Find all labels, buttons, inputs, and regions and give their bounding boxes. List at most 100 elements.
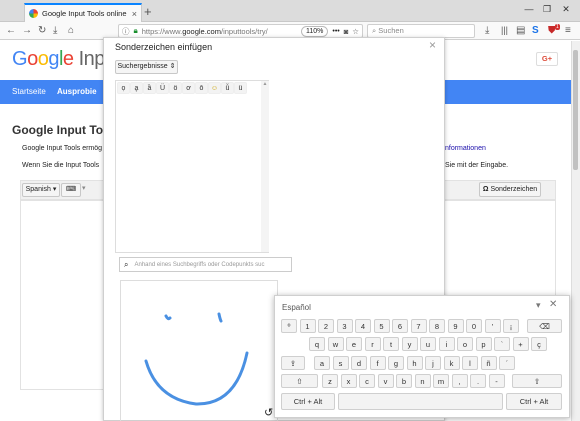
key-1-7[interactable]: i <box>438 337 455 351</box>
key-0-9[interactable]: 9 <box>447 319 464 333</box>
maximize-icon[interactable]: ❐ <box>540 2 554 16</box>
language-select[interactable]: Spanish ▾ <box>22 183 60 197</box>
key-0-4[interactable]: 4 <box>355 319 371 333</box>
char-cell[interactable]: ȁ <box>143 82 156 94</box>
keyboard-toggle-icon[interactable]: ⌨ <box>61 183 81 197</box>
results-dropdown[interactable]: Suchergebnisse ⇕ <box>115 60 178 74</box>
downloads-icon[interactable]: ⤓ <box>485 24 489 37</box>
download-icon[interactable]: ⤓ <box>53 24 57 37</box>
key-3-4[interactable]: b <box>396 374 412 388</box>
key-3-6[interactable]: m <box>433 374 449 388</box>
key-1-10[interactable]: ` <box>494 337 510 351</box>
key-0-7[interactable]: 7 <box>410 319 427 333</box>
key-2-2[interactable]: d <box>351 356 367 370</box>
window-close-icon[interactable]: ✕ <box>559 2 573 16</box>
key-1-0[interactable]: q <box>309 337 325 351</box>
key-2-9[interactable]: ñ <box>480 356 497 370</box>
shift-right-key[interactable]: ⇧ <box>512 374 562 388</box>
backspace-key[interactable]: ⌫ <box>527 319 562 333</box>
home-icon[interactable]: ⌂ <box>68 24 74 37</box>
search-field[interactable]: ⌕ Suchen <box>367 24 475 38</box>
shift-left-key[interactable]: ⇧ <box>281 374 318 388</box>
key-1-12[interactable]: ç <box>531 337 547 351</box>
key-3-2[interactable]: c <box>359 374 375 388</box>
nav-link-home[interactable]: Startseite <box>12 87 46 96</box>
key-0-12[interactable]: ¡ <box>503 319 519 333</box>
key-0-5[interactable]: 5 <box>373 319 390 333</box>
char-cell[interactable]: ḁ <box>130 82 143 94</box>
key-3-9[interactable]: - <box>488 374 505 388</box>
drawing-canvas[interactable] <box>120 280 278 421</box>
key-3-1[interactable]: x <box>340 374 357 388</box>
reload-icon[interactable]: ↻ <box>38 24 46 37</box>
key-2-5[interactable]: h <box>406 356 423 370</box>
special-chars-button[interactable]: Ω Sonderzeichen <box>479 182 541 197</box>
scrollbar-thumb[interactable] <box>573 50 578 170</box>
key-2-4[interactable]: g <box>388 356 404 370</box>
dialog-close-icon[interactable]: × <box>429 38 436 52</box>
key-1-8[interactable]: o <box>457 337 473 351</box>
library-icon[interactable]: ||| <box>501 24 508 37</box>
key-0-0[interactable]: º <box>281 319 297 333</box>
char-cell[interactable]: Ü <box>156 82 169 94</box>
key-0-3[interactable]: 3 <box>336 319 353 333</box>
char-cell[interactable]: ọ <box>117 82 130 94</box>
url-bar[interactable]: ⓘ 🔒︎ https://www.google.com/inputtools/t… <box>118 24 363 38</box>
keyboard-minimize-icon[interactable]: ▾ <box>536 300 541 311</box>
grid-scrollbar[interactable]: ▲ <box>261 81 269 252</box>
key-0-2[interactable]: 2 <box>318 319 334 333</box>
key-0-10[interactable]: 0 <box>466 319 482 333</box>
char-cell[interactable]: ǚ <box>221 82 234 94</box>
forward-icon[interactable]: → <box>22 24 32 37</box>
char-cell[interactable]: ơ <box>182 82 195 94</box>
space-key[interactable] <box>338 393 503 410</box>
tool-dropdown-icon[interactable]: ▾ <box>82 184 86 192</box>
char-cell[interactable]: ü <box>234 82 247 94</box>
char-cell[interactable]: ☺ <box>208 82 221 94</box>
key-1-6[interactable]: u <box>420 337 436 351</box>
ctrl-alt-right-key[interactable]: Ctrl + Alt <box>506 393 562 410</box>
new-tab-icon[interactable]: + <box>144 5 152 19</box>
tab-close-icon[interactable]: × <box>132 9 137 19</box>
key-1-11[interactable]: + <box>512 337 529 351</box>
key-2-6[interactable]: j <box>425 356 441 370</box>
key-3-5[interactable]: n <box>414 374 431 388</box>
nav-link-try[interactable]: Ausprobie <box>57 87 97 96</box>
key-2-8[interactable]: l <box>462 356 478 370</box>
key-1-3[interactable]: r <box>364 337 381 351</box>
key-3-8[interactable]: . <box>470 374 486 388</box>
pocket-icon[interactable]: ◙ <box>344 27 349 36</box>
key-2-10[interactable]: ´ <box>499 356 515 370</box>
key-1-2[interactable]: e <box>346 337 362 351</box>
zoom-level[interactable]: 110% <box>300 25 329 37</box>
info-icon[interactable]: ⓘ <box>122 26 130 37</box>
back-icon[interactable]: ← <box>6 24 16 37</box>
char-search-field[interactable]: ⌕ Anhand eines Suchbegriffs oder Codepun… <box>119 257 292 272</box>
key-2-7[interactable]: k <box>443 356 460 370</box>
key-0-11[interactable]: ' <box>484 319 501 333</box>
google-plus-button[interactable]: G+ <box>536 52 558 66</box>
key-0-6[interactable]: 6 <box>392 319 408 333</box>
browser-tab[interactable]: Google Input Tools online testen × <box>24 3 142 22</box>
menu-icon[interactable]: ≡ <box>565 24 571 37</box>
char-cell[interactable]: ö <box>169 82 182 94</box>
key-0-1[interactable]: 1 <box>299 319 316 333</box>
minimize-icon[interactable]: — <box>522 2 536 16</box>
key-2-0[interactable]: a <box>314 356 330 370</box>
key-1-5[interactable]: y <box>401 337 418 351</box>
key-2-3[interactable]: f <box>369 356 386 370</box>
key-1-1[interactable]: w <box>327 337 344 351</box>
bookmark-star-icon[interactable]: ☆ <box>352 27 359 36</box>
caps-lock-key[interactable]: ⇪ <box>281 356 305 370</box>
extension-s-icon[interactable]: S <box>532 24 539 37</box>
key-3-3[interactable]: v <box>377 374 394 388</box>
key-3-7[interactable]: , <box>451 374 468 388</box>
char-cell[interactable]: ō <box>195 82 208 94</box>
undo-stroke-icon[interactable]: ↺ <box>264 406 273 419</box>
key-2-1[interactable]: s <box>332 356 349 370</box>
ctrl-alt-left-key[interactable]: Ctrl + Alt <box>281 393 335 410</box>
key-0-8[interactable]: 8 <box>429 319 445 333</box>
page-actions-icon[interactable]: ••• <box>332 28 339 35</box>
sidebar-icon[interactable]: ▤ <box>516 24 525 37</box>
keyboard-close-icon[interactable]: ✕ <box>549 299 557 310</box>
